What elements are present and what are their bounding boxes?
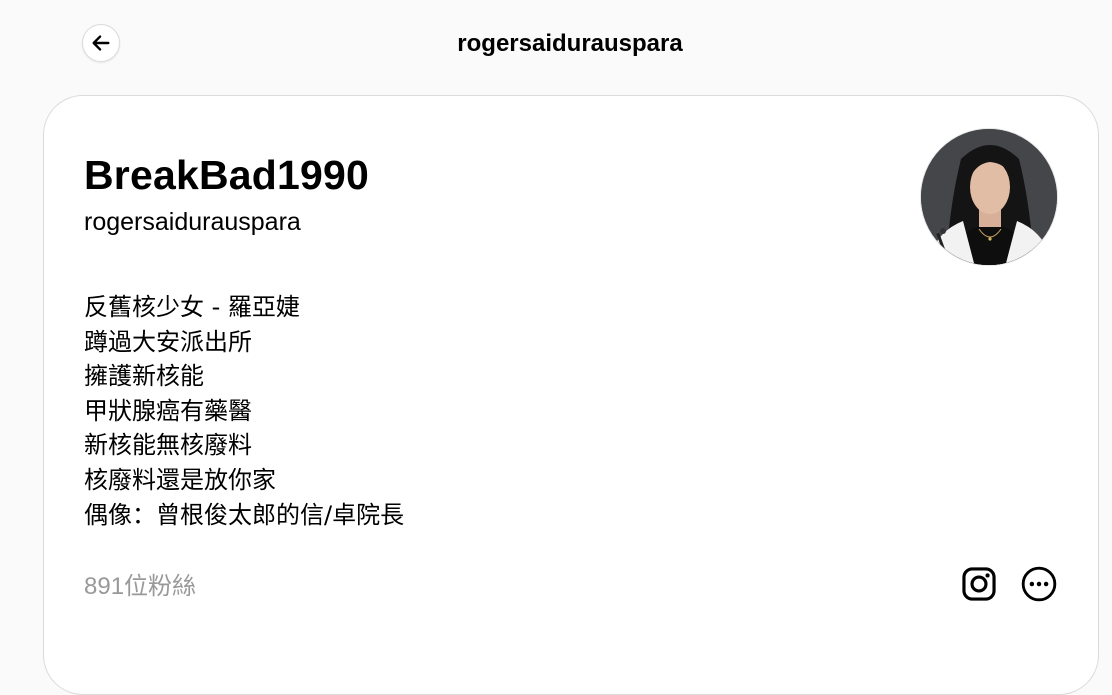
- instagram-button[interactable]: [959, 564, 999, 604]
- avatar[interactable]: [920, 128, 1058, 266]
- more-options-icon: [1021, 566, 1057, 602]
- bio-line: 偶像：曾根俊太郎的信/卓院長: [84, 500, 405, 529]
- avatar-image: [921, 129, 1057, 265]
- bio-line: 反舊核少女 - 羅亞婕: [84, 293, 300, 321]
- bio-line: 擁護新核能: [84, 362, 204, 391]
- followers-count[interactable]: 891位粉絲: [84, 566, 196, 601]
- bio-line: 新核能無核廢料: [84, 431, 252, 460]
- bio-line: 蹲過大安派出所: [84, 327, 252, 356]
- more-options-button[interactable]: [1019, 564, 1059, 604]
- instagram-icon: [962, 567, 996, 601]
- profile-username[interactable]: rogersaidurauspara: [84, 208, 301, 237]
- profile-bio: 反舊核少女 - 羅亞婕 蹲過大安派出所 擁護新核能 甲狀腺癌有藥醫 新核能無核廢…: [84, 290, 404, 532]
- profile-display-name: BreakBad1990: [84, 152, 370, 198]
- page-title: rogersaidurauspara: [457, 30, 683, 57]
- top-bar: rogersaidurauspara: [0, 0, 1112, 90]
- profile-card: BreakBad1990 rogersaidurauspara 反舊核少女 - …: [43, 95, 1099, 695]
- bio-line: 核廢料還是放你家: [84, 465, 276, 494]
- bio-line: 甲狀腺癌有藥醫: [84, 396, 252, 425]
